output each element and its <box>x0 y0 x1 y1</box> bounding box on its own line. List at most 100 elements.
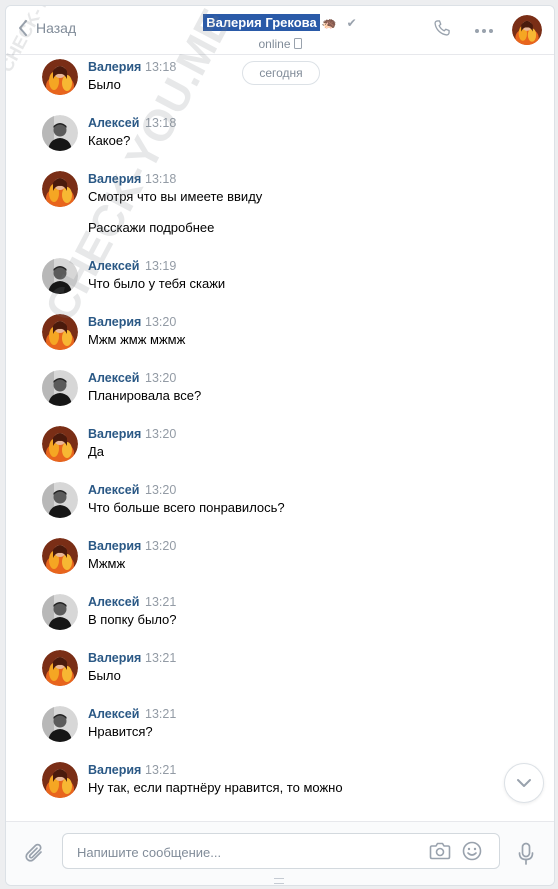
avatar-valeria-icon <box>42 538 78 574</box>
message-author[interactable]: Алексей <box>88 371 139 385</box>
message-author[interactable]: Алексей <box>88 116 139 130</box>
message-time[interactable]: 13:20 <box>145 539 176 553</box>
message-text: Да <box>88 444 105 459</box>
message-time[interactable]: 13:21 <box>145 763 176 777</box>
message-time[interactable]: 13:18 <box>145 172 176 186</box>
avatar-alexey-icon <box>42 115 78 151</box>
camera-icon <box>429 842 451 860</box>
message-author[interactable]: Валерия <box>88 172 141 186</box>
message-time[interactable]: 13:20 <box>145 427 176 441</box>
avatar-valeria-icon <box>42 650 78 686</box>
message-text: Ну так, если партнёру нравится, то можно <box>88 780 343 795</box>
avatar[interactable] <box>42 706 78 742</box>
avatar-alexey-icon <box>42 706 78 742</box>
message-time[interactable]: 13:20 <box>145 315 176 329</box>
message-row[interactable]: Алексей 13:18 Какое? <box>6 111 554 167</box>
emoji-button[interactable] <box>462 841 482 866</box>
message-time[interactable]: 13:20 <box>145 371 176 385</box>
voice-message-button[interactable] <box>518 842 534 871</box>
message-time[interactable]: 13:18 <box>145 60 176 74</box>
message-author[interactable]: Валерия <box>88 60 141 74</box>
avatar[interactable] <box>42 115 78 151</box>
avatar[interactable] <box>42 594 78 630</box>
smile-icon <box>462 841 482 861</box>
message-history[interactable]: сегодня Валерия 13:18 Было Алексей 13:18 Како… <box>6 55 554 821</box>
camera-button[interactable] <box>429 841 451 866</box>
message-time[interactable]: 13:21 <box>145 595 176 609</box>
contact-name[interactable]: Валерия Грекова <box>203 14 320 31</box>
avatar[interactable] <box>42 258 78 294</box>
message-row[interactable]: Валерия 13:20 Мжмж <box>6 534 554 590</box>
message-list: Валерия 13:18 Было Алексей 13:18 Какое? Валери… <box>6 55 554 814</box>
message-time[interactable]: 13:21 <box>145 707 176 721</box>
message-input-box <box>62 833 500 870</box>
avatar[interactable] <box>42 314 78 350</box>
avatar[interactable] <box>42 370 78 406</box>
avatar-valeria-icon <box>512 15 542 45</box>
message-author[interactable]: Валерия <box>88 651 141 665</box>
more-button[interactable] <box>474 21 494 39</box>
message-row[interactable]: Алексей 13:21 В попку было? <box>6 590 554 646</box>
message-row[interactable]: Валерия 13:20 Мжм жмж мжмж <box>6 310 554 366</box>
message-text: Смотря что вы имеете ввиду <box>88 189 263 204</box>
message-time[interactable]: 13:21 <box>145 651 176 665</box>
chat-window: Назад Валерия Грекова 🦔 ✔ online сегодня В… <box>5 5 555 886</box>
avatar-valeria-icon <box>42 762 78 798</box>
message-author[interactable]: Алексей <box>88 259 139 273</box>
header-actions <box>410 15 542 45</box>
message-row[interactable]: Алексей 13:20 Планировала все? <box>6 366 554 422</box>
more-icon <box>475 29 493 33</box>
message-author[interactable]: Алексей <box>88 483 139 497</box>
avatar[interactable] <box>42 482 78 518</box>
message-row[interactable]: Валерия 13:18 Смотря что вы имеете ввиду Ра… <box>6 167 554 254</box>
message-author[interactable]: Валерия <box>88 539 141 553</box>
message-author[interactable]: Алексей <box>88 595 139 609</box>
status-text: online <box>258 37 291 51</box>
avatar[interactable] <box>42 762 78 798</box>
avatar-alexey-icon <box>42 482 78 518</box>
mobile-icon <box>293 38 302 49</box>
message-input[interactable] <box>75 834 409 870</box>
resize-handle[interactable] <box>274 878 284 884</box>
message-row[interactable]: Алексей 13:21 Нравится? <box>6 702 554 758</box>
message-author[interactable]: Валерия <box>88 315 141 329</box>
scroll-down-button[interactable] <box>504 763 544 803</box>
avatar-valeria-icon <box>42 314 78 350</box>
message-text: Какое? <box>88 133 131 148</box>
avatar[interactable] <box>42 59 78 95</box>
avatar[interactable] <box>42 171 78 207</box>
message-row[interactable]: Валерия 13:21 Ну так, если партнёру нравит… <box>6 758 554 814</box>
message-row[interactable]: Алексей 13:20 Что больше всего понравилось… <box>6 478 554 534</box>
avatar-valeria-icon <box>42 171 78 207</box>
paperclip-icon <box>25 843 42 862</box>
message-row[interactable]: Алексей 13:19 Что было у тебя скажи <box>6 254 554 310</box>
header-avatar[interactable] <box>512 15 542 45</box>
message-text: Мжм жмж мжмж <box>88 332 186 347</box>
message-time[interactable]: 13:20 <box>145 483 176 497</box>
avatar[interactable] <box>42 650 78 686</box>
microphone-icon <box>518 842 534 865</box>
message-text: Было <box>88 77 121 92</box>
avatar-alexey-icon <box>42 594 78 630</box>
message-time[interactable]: 13:18 <box>145 116 176 130</box>
message-text: Мжмж <box>88 556 126 571</box>
message-time[interactable]: 13:19 <box>145 259 176 273</box>
attach-button[interactable] <box>24 842 46 871</box>
message-text: Планировала все? <box>88 388 202 403</box>
call-button[interactable] <box>432 18 452 43</box>
composer <box>6 821 554 885</box>
message-text: Что больше всего понравилось? <box>88 500 285 515</box>
avatar[interactable] <box>42 426 78 462</box>
message-author[interactable]: Алексей <box>88 707 139 721</box>
chevron-down-icon <box>517 779 531 787</box>
message-row[interactable]: Валерия 13:18 Было <box>6 55 554 111</box>
message-text: В попку было? <box>88 612 177 627</box>
message-row[interactable]: Валерия 13:21 Было <box>6 646 554 702</box>
message-author[interactable]: Валерия <box>88 763 141 777</box>
avatar-alexey-icon <box>42 258 78 294</box>
message-row[interactable]: Валерия 13:20 Да <box>6 422 554 478</box>
message-author[interactable]: Валерия <box>88 427 141 441</box>
message-text: Что было у тебя скажи <box>88 276 226 291</box>
message-text: Нравится? <box>88 724 153 739</box>
avatar[interactable] <box>42 538 78 574</box>
